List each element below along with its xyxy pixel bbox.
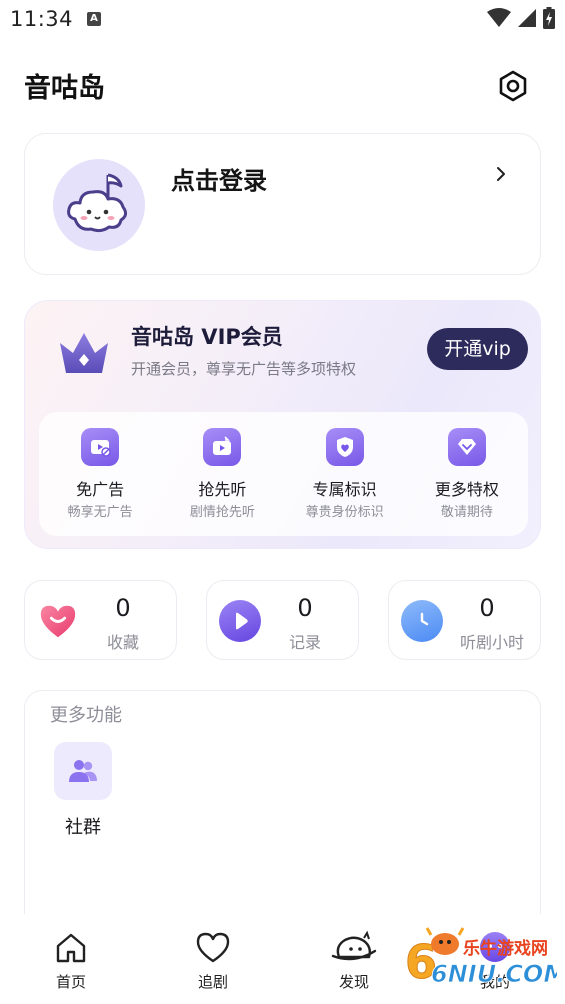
page-title: 音咕岛 — [24, 73, 105, 104]
benefit-more[interactable]: 更多特权 敬请期待 — [406, 412, 528, 536]
benefit-no-ads[interactable]: 免广告 畅享无广告 — [39, 412, 161, 536]
stat-listening-hours[interactable]: 0 听剧小时 — [388, 580, 541, 660]
vip-subtitle: 开通会员，尊享无广告等多项特权 — [131, 360, 357, 378]
login-label[interactable]: 点击登录 — [171, 161, 267, 196]
watermark-brand: 乐牛游戏网 — [463, 938, 548, 959]
settings-icon — [499, 70, 527, 102]
tab-home[interactable]: 首页 — [26, 914, 116, 1004]
more-features-card: 更多功能 社群 — [24, 690, 541, 930]
group-icon[interactable] — [54, 742, 112, 800]
early-listen-icon — [203, 428, 242, 466]
stat-favorites[interactable]: 0 收藏 — [24, 580, 177, 660]
benefit-name: 抢先听 — [198, 480, 247, 499]
stat-label: 记录 — [288, 633, 321, 652]
benefit-name: 专属标识 — [312, 480, 377, 499]
benefit-desc: 畅享无广告 — [67, 505, 133, 520]
login-card[interactable]: 点击登录 — [24, 133, 541, 275]
status-time: 11:34 — [10, 7, 74, 31]
crown-icon — [60, 333, 108, 373]
heart-icon — [37, 600, 79, 642]
status-bar: 11:34 A — [0, 0, 565, 38]
vip-card: 音咕岛 VIP会员 开通会员，尊享无广告等多项特权 开通vip 免广告 畅享无广… — [24, 300, 541, 549]
chevron-right-icon[interactable] — [491, 164, 511, 184]
tab-label: 首页 — [55, 973, 86, 991]
play-icon — [219, 600, 261, 642]
benefit-desc: 敬请期待 — [440, 505, 493, 520]
benefit-desc: 尊贵身份标识 — [305, 505, 384, 520]
tab-discover[interactable]: 发现 — [309, 914, 399, 1004]
watermark-domain: 6NIU.COM — [431, 960, 557, 988]
no-ads-icon — [81, 428, 120, 466]
vip-title: 音咕岛 VIP会员 — [131, 325, 283, 349]
notification-icon: A — [87, 12, 101, 26]
signal-icon — [518, 9, 536, 27]
planet-mascot-icon — [331, 930, 377, 961]
benefit-name: 免广告 — [76, 480, 125, 499]
benefit-desc: 剧情抢先听 — [189, 505, 255, 520]
home-icon — [56, 933, 86, 963]
benefit-name: 更多特权 — [434, 480, 499, 499]
stat-label: 听剧小时 — [459, 633, 524, 652]
benefit-early-listen[interactable]: 抢先听 剧情抢先听 — [161, 412, 283, 536]
stat-value: 0 — [297, 594, 313, 622]
tab-label: 发现 — [338, 973, 369, 991]
stat-value: 0 — [479, 594, 495, 622]
heart-outline-icon — [196, 932, 230, 963]
badge-shield-icon — [325, 428, 364, 466]
battery-icon — [543, 7, 555, 29]
clock-icon — [401, 600, 443, 642]
wifi-icon — [487, 8, 511, 27]
vip-benefits: 免广告 畅享无广告 抢先听 剧情抢先听 专属标识 尊贵身份标识 更多特权 敬请期… — [39, 412, 528, 536]
watermark-logo: 6 乐牛游戏网 6NIU.COM — [405, 927, 557, 990]
stat-label: 收藏 — [106, 633, 139, 652]
open-vip-button[interactable]: 开通vip — [427, 328, 528, 370]
tab-follow[interactable]: 追剧 — [168, 914, 258, 1004]
feature-label-community[interactable]: 社群 — [43, 813, 123, 839]
cloud-mascot-icon — [67, 173, 128, 233]
stat-value: 0 — [115, 594, 131, 622]
benefit-exclusive-badge[interactable]: 专属标识 尊贵身份标识 — [284, 412, 406, 536]
settings-button[interactable] — [495, 68, 531, 104]
avatar[interactable] — [53, 159, 145, 251]
stat-history[interactable]: 0 记录 — [206, 580, 359, 660]
section-title: 更多功能 — [50, 705, 122, 726]
diamond-icon — [447, 428, 486, 466]
tab-label: 追剧 — [197, 973, 228, 991]
